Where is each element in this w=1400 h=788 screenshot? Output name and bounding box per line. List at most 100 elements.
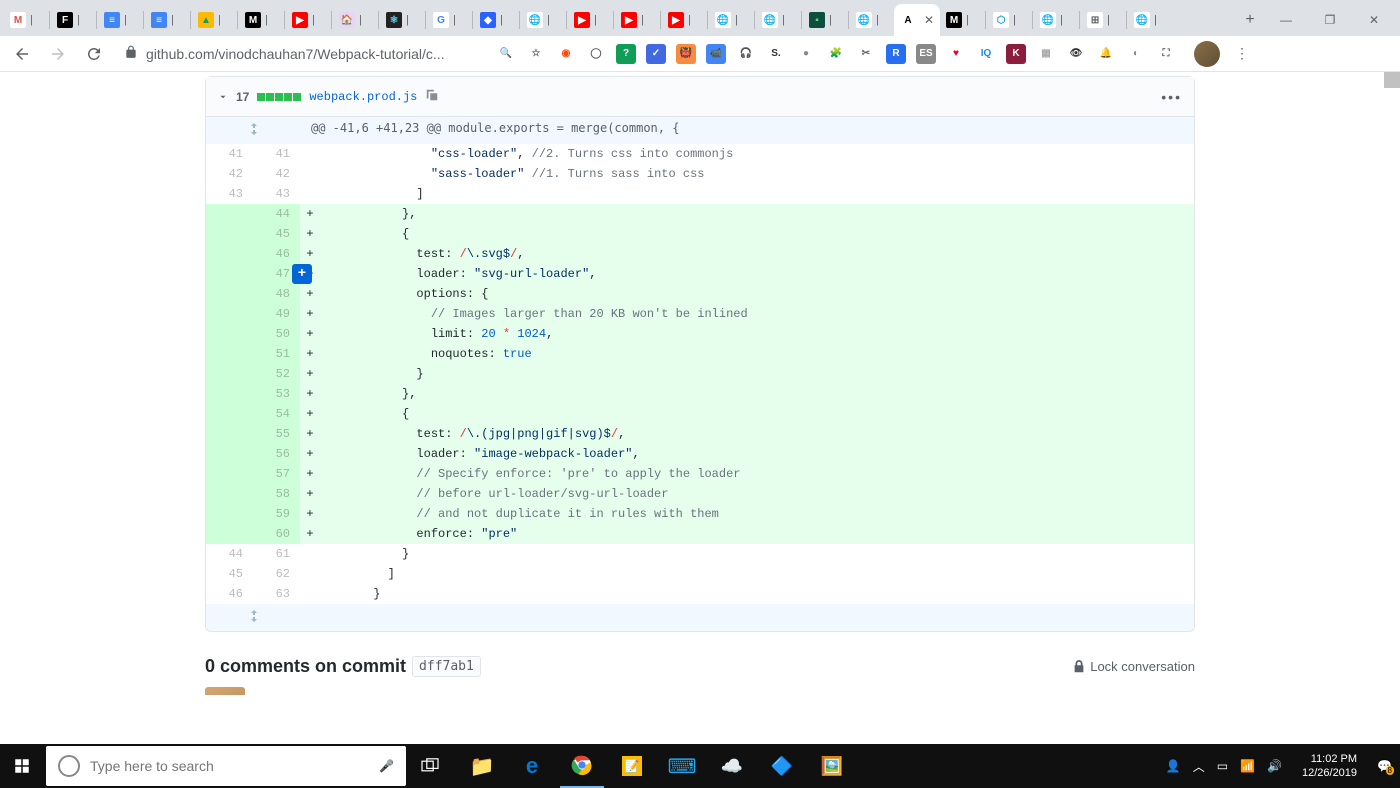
new-line-number[interactable]: 48 <box>253 284 300 304</box>
browser-tab[interactable]: ▲| <box>192 4 236 36</box>
extension-icon[interactable]: 📹 <box>706 44 726 64</box>
old-line-number[interactable] <box>206 444 253 464</box>
old-line-number[interactable]: 45 <box>206 564 253 584</box>
browser-tab[interactable]: ≡| <box>145 4 189 36</box>
extension-icon[interactable]: ◯ <box>586 44 606 64</box>
app-icon-2[interactable]: 🖼️ <box>810 744 854 788</box>
old-line-number[interactable] <box>206 344 253 364</box>
old-line-number[interactable] <box>206 224 253 244</box>
browser-tab[interactable]: ⊞| <box>1081 4 1125 36</box>
file-kebab-menu[interactable]: ••• <box>1161 89 1182 105</box>
old-line-number[interactable]: 44 <box>206 544 253 564</box>
new-line-number[interactable]: 59 <box>253 504 300 524</box>
extension-icon[interactable]: R <box>886 44 906 64</box>
browser-tab[interactable]: 🏠| <box>333 4 377 36</box>
profile-avatar[interactable] <box>1194 41 1220 67</box>
browser-tab[interactable]: F| <box>51 4 95 36</box>
old-line-number[interactable] <box>206 324 253 344</box>
new-line-number[interactable]: 43 <box>253 184 300 204</box>
hunk-header[interactable]: @@ -41,6 +41,23 @@ module.exports = merg… <box>206 117 1194 144</box>
old-line-number[interactable] <box>206 464 253 484</box>
new-line-number[interactable]: 63 <box>253 584 300 604</box>
new-line-number[interactable]: 49 <box>253 304 300 324</box>
reload-button[interactable] <box>80 40 108 68</box>
new-line-number[interactable]: 54 <box>253 404 300 424</box>
old-line-number[interactable] <box>206 304 253 324</box>
expand-down-icon[interactable] <box>206 604 301 631</box>
new-line-number[interactable]: 57 <box>253 464 300 484</box>
search-input[interactable] <box>90 758 369 774</box>
extension-icon[interactable]: K <box>1006 44 1026 64</box>
forward-button[interactable] <box>44 40 72 68</box>
extension-icon[interactable]: ⛶ <box>1156 44 1176 64</box>
new-line-number[interactable]: 56 <box>253 444 300 464</box>
old-line-number[interactable] <box>206 384 253 404</box>
extension-icon[interactable]: ● <box>796 44 816 64</box>
browser-tab[interactable]: ≡| <box>98 4 142 36</box>
old-line-number[interactable] <box>206 244 253 264</box>
vscode-icon[interactable]: ⌨ <box>660 744 704 788</box>
copy-path-icon[interactable] <box>425 88 439 105</box>
extension-icon[interactable]: ✂ <box>856 44 876 64</box>
new-line-number[interactable]: 46 <box>253 244 300 264</box>
keep-icon[interactable]: 📝 <box>610 744 654 788</box>
extension-icon[interactable]: 🎧 <box>736 44 756 64</box>
scrollbar-indicator[interactable] <box>1384 72 1400 88</box>
browser-tab[interactable]: ▶| <box>615 4 659 36</box>
new-line-number[interactable]: 61 <box>253 544 300 564</box>
new-line-number[interactable]: 55 <box>253 424 300 444</box>
new-line-number[interactable]: 45 <box>253 224 300 244</box>
mic-icon[interactable]: 🎤 <box>379 759 394 773</box>
tray-chevron-icon[interactable]: ︿ <box>1193 758 1205 775</box>
browser-tab[interactable]: G| <box>427 4 471 36</box>
wifi-icon[interactable]: 📶 <box>1240 759 1255 773</box>
browser-tab[interactable]: ⚛| <box>380 4 424 36</box>
old-line-number[interactable] <box>206 504 253 524</box>
old-line-number[interactable]: 46 <box>206 584 253 604</box>
browser-tab[interactable]: ▶| <box>286 4 330 36</box>
old-line-number[interactable] <box>206 404 253 424</box>
old-line-number[interactable] <box>206 284 253 304</box>
old-line-number[interactable] <box>206 264 253 284</box>
extension-icon[interactable]: ES <box>916 44 936 64</box>
browser-tab[interactable]: M| <box>239 4 283 36</box>
old-line-number[interactable]: 42 <box>206 164 253 184</box>
tab-close-icon[interactable]: ✕ <box>924 13 934 27</box>
new-tab-button[interactable]: + <box>1236 4 1264 36</box>
new-line-number[interactable]: 42 <box>253 164 300 184</box>
extension-icon[interactable]: ◉ <box>556 44 576 64</box>
maximize-button[interactable]: ❐ <box>1308 4 1352 36</box>
browser-tab[interactable]: 🌐| <box>1034 4 1078 36</box>
old-line-number[interactable]: 41 <box>206 144 253 164</box>
new-line-number[interactable]: 60 <box>253 524 300 544</box>
extension-icon[interactable]: ◐ <box>1126 44 1146 64</box>
browser-tab[interactable]: 🌐| <box>1128 4 1172 36</box>
file-name[interactable]: webpack.prod.js <box>309 90 417 104</box>
new-line-number[interactable]: 52 <box>253 364 300 384</box>
old-line-number[interactable]: 43 <box>206 184 253 204</box>
edge-icon[interactable]: e <box>510 744 554 788</box>
new-line-number[interactable]: 44 <box>253 204 300 224</box>
task-view-button[interactable] <box>408 744 452 788</box>
lock-conversation-link[interactable]: Lock conversation <box>1072 659 1195 674</box>
clock[interactable]: 11:02 PM 12/26/2019 <box>1294 752 1365 780</box>
onedrive-icon[interactable]: ☁️ <box>710 744 754 788</box>
minimize-button[interactable]: — <box>1264 4 1308 36</box>
people-icon[interactable]: 👤 <box>1166 759 1181 773</box>
add-comment-button[interactable]: + <box>292 264 312 284</box>
extension-icon[interactable]: 🔔 <box>1096 44 1116 64</box>
start-button[interactable] <box>0 744 44 788</box>
expand-icon[interactable] <box>206 117 301 144</box>
browser-tab[interactable]: ⬡| <box>987 4 1031 36</box>
extension-icon[interactable]: ☆ <box>526 44 546 64</box>
old-line-number[interactable] <box>206 204 253 224</box>
extension-icon[interactable]: ♥ <box>946 44 966 64</box>
browser-tab[interactable]: 🌐| <box>709 4 753 36</box>
battery-icon[interactable]: ▭ <box>1217 759 1228 773</box>
browser-tab[interactable]: 🌐| <box>521 4 565 36</box>
chrome-icon[interactable] <box>560 744 604 788</box>
extension-icon[interactable]: S. <box>766 44 786 64</box>
browser-tab[interactable]: ▶| <box>662 4 706 36</box>
new-line-number[interactable]: 41 <box>253 144 300 164</box>
browser-tab[interactable]: ▶| <box>568 4 612 36</box>
